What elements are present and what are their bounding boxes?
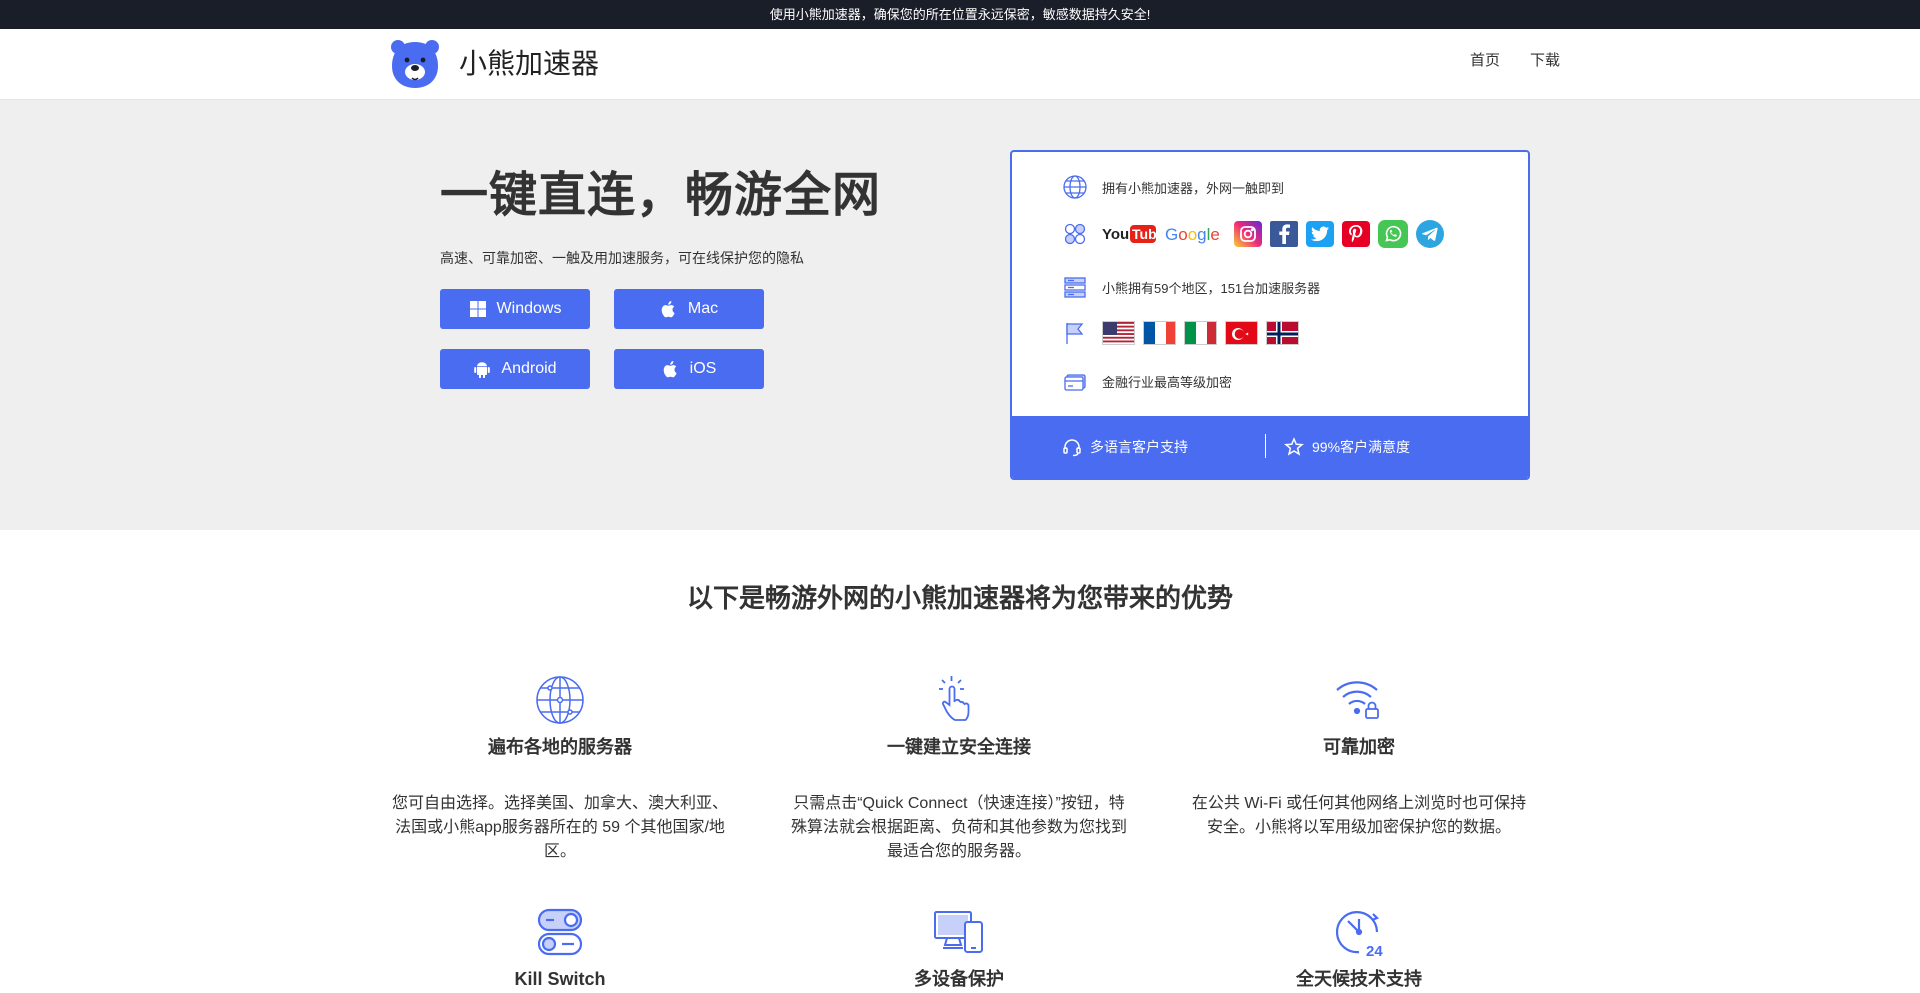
server-icon bbox=[1064, 277, 1086, 298]
card-lock-icon bbox=[1064, 374, 1086, 391]
flag-tr-icon bbox=[1225, 321, 1258, 345]
feature-encryption: 可靠加密 在公共 Wi-Fi 或任何其他网络上浏览时也可保持安全。小熊将以军用级… bbox=[1184, 674, 1534, 840]
whatsapp-logo-icon bbox=[1378, 220, 1408, 248]
bear-logo-icon[interactable] bbox=[390, 38, 440, 90]
flag-no-icon bbox=[1266, 321, 1299, 345]
feature-desc: 只需点击“Quick Connect（快速连接）”按钮，特殊算法就会根据距离、负… bbox=[790, 795, 1127, 860]
svg-text:Google: Google bbox=[1165, 225, 1220, 244]
feature-name: 多设备保护 bbox=[914, 969, 1004, 989]
wifi-lock-icon bbox=[1336, 681, 1379, 719]
card-row-encryption-text: 金融行业最高等级加密 bbox=[1102, 374, 1233, 390]
flag-us-icon bbox=[1102, 321, 1135, 345]
tap-icon bbox=[939, 676, 970, 721]
apps-icon bbox=[1064, 223, 1086, 245]
brand-name[interactable]: 小熊加速器 bbox=[459, 46, 599, 82]
svg-text:24: 24 bbox=[1366, 943, 1383, 958]
download-android-button[interactable]: Android bbox=[440, 349, 590, 389]
satisfaction-badge: 99%客户满意度 bbox=[1284, 416, 1410, 478]
satisfaction-text: 99%客户满意度 bbox=[1312, 439, 1411, 455]
feature-kill-switch: Kill Switch bbox=[385, 906, 735, 990]
google-logo-icon: Google bbox=[1164, 221, 1226, 247]
instagram-logo-icon bbox=[1234, 221, 1262, 247]
flag-it-icon bbox=[1184, 321, 1217, 345]
card-row-servers: 小熊拥有59个地区，151台加速服务器 bbox=[1062, 274, 1320, 300]
pinterest-logo-icon bbox=[1342, 221, 1370, 247]
card-row-apps: YouTube Google bbox=[1062, 220, 1452, 248]
star-badge-icon bbox=[1284, 437, 1304, 456]
feature-servers: 遍布各地的服务器 您可自由选择。选择美国、加拿大、澳大利亚、法国或小熊app服务… bbox=[385, 674, 735, 864]
flag-fr-icon bbox=[1143, 321, 1176, 345]
android-label: Android bbox=[501, 360, 557, 377]
card-row-encryption: 金融行业最高等级加密 bbox=[1062, 368, 1232, 394]
feature-support-24: 24 全天候技术支持 bbox=[1184, 906, 1534, 990]
feature-name: 可靠加密 bbox=[1323, 737, 1395, 757]
mac-label: Mac bbox=[687, 300, 719, 317]
announcement-text: 使用小熊加速器，确保您的所在位置永远保密，敏感数据持久安全! bbox=[769, 7, 1151, 22]
feature-name: 全天候技术支持 bbox=[1296, 969, 1422, 989]
card-row-access-text: 拥有小熊加速器，外网一触即到 bbox=[1102, 180, 1285, 196]
features-title: 以下是畅游外网的小熊加速器将为您带来的优势 bbox=[686, 583, 1233, 613]
ios-label: iOS bbox=[689, 360, 717, 377]
feature-name: 遍布各地的服务器 bbox=[488, 737, 632, 757]
feature-quick-connect: 一键建立安全连接 只需点击“Quick Connect（快速连接）”按钮，特殊算… bbox=[784, 674, 1134, 864]
site-header: 小熊加速器 首页 下载 bbox=[0, 29, 1920, 100]
nav-home[interactable]: 首页 bbox=[1470, 51, 1500, 71]
card-footer: 多语言客户支持 99%客户满意度 bbox=[1012, 416, 1528, 478]
feature-name: Kill Switch bbox=[514, 969, 606, 989]
devices-icon bbox=[934, 911, 983, 953]
twitter-logo-icon bbox=[1306, 221, 1334, 247]
flag-icon bbox=[1066, 323, 1084, 344]
nav-download[interactable]: 下载 bbox=[1530, 51, 1560, 71]
telegram-logo-icon bbox=[1416, 220, 1444, 248]
support-24-icon: 24 bbox=[1335, 911, 1383, 958]
globe-icon bbox=[536, 676, 584, 724]
facebook-logo-icon bbox=[1270, 221, 1298, 247]
apple-icon bbox=[661, 301, 675, 318]
download-mac-button[interactable]: Mac bbox=[614, 289, 764, 329]
support-text: 多语言客户支持 bbox=[1090, 439, 1188, 455]
youtube-logo-icon: YouTube bbox=[1102, 221, 1156, 247]
support-badge: 多语言客户支持 bbox=[1062, 416, 1188, 478]
feature-desc: 在公共 Wi-Fi 或任何其他网络上浏览时也可保持安全。小熊将以军用级加密保护您… bbox=[1191, 795, 1527, 836]
download-ios-button[interactable]: iOS bbox=[614, 349, 764, 389]
svg-text:You: You bbox=[1102, 226, 1129, 243]
hero-subtitle: 高速、可靠加密、一触及用加速服务，可在线保护您的隐私 bbox=[440, 250, 804, 266]
svg-text:Tube: Tube bbox=[1132, 226, 1156, 242]
card-row-access: 拥有小熊加速器，外网一触即到 bbox=[1062, 174, 1284, 200]
footer-divider bbox=[1265, 434, 1266, 458]
download-windows-button[interactable]: Windows bbox=[440, 289, 590, 329]
feature-multi-device: 多设备保护 bbox=[784, 906, 1134, 990]
apple-icon bbox=[663, 361, 677, 378]
feature-desc: 您可自由选择。选择美国、加拿大、澳大利亚、法国或小熊app服务器所在的 59 个… bbox=[391, 795, 728, 860]
windows-label: Windows bbox=[496, 300, 562, 317]
hero-title: 一键直连，畅游全网 bbox=[440, 169, 882, 222]
feature-name: 一键建立安全连接 bbox=[887, 737, 1031, 757]
globe-icon bbox=[1063, 175, 1087, 199]
windows-icon bbox=[469, 301, 486, 317]
headset-icon bbox=[1063, 439, 1081, 457]
info-card: 拥有小熊加速器，外网一触即到 YouTube Google bbox=[1010, 150, 1530, 480]
android-icon bbox=[474, 362, 491, 378]
card-row-servers-text: 小熊拥有59个地区，151台加速服务器 bbox=[1102, 280, 1321, 296]
hero-section: 一键直连，畅游全网 高速、可靠加密、一触及用加速服务，可在线保护您的隐私 Win… bbox=[0, 100, 1920, 530]
announcement-bar: 使用小熊加速器，确保您的所在位置永远保密，敏感数据持久安全! bbox=[0, 0, 1920, 29]
toggle-icon bbox=[537, 908, 583, 956]
card-row-flags bbox=[1062, 320, 1307, 346]
